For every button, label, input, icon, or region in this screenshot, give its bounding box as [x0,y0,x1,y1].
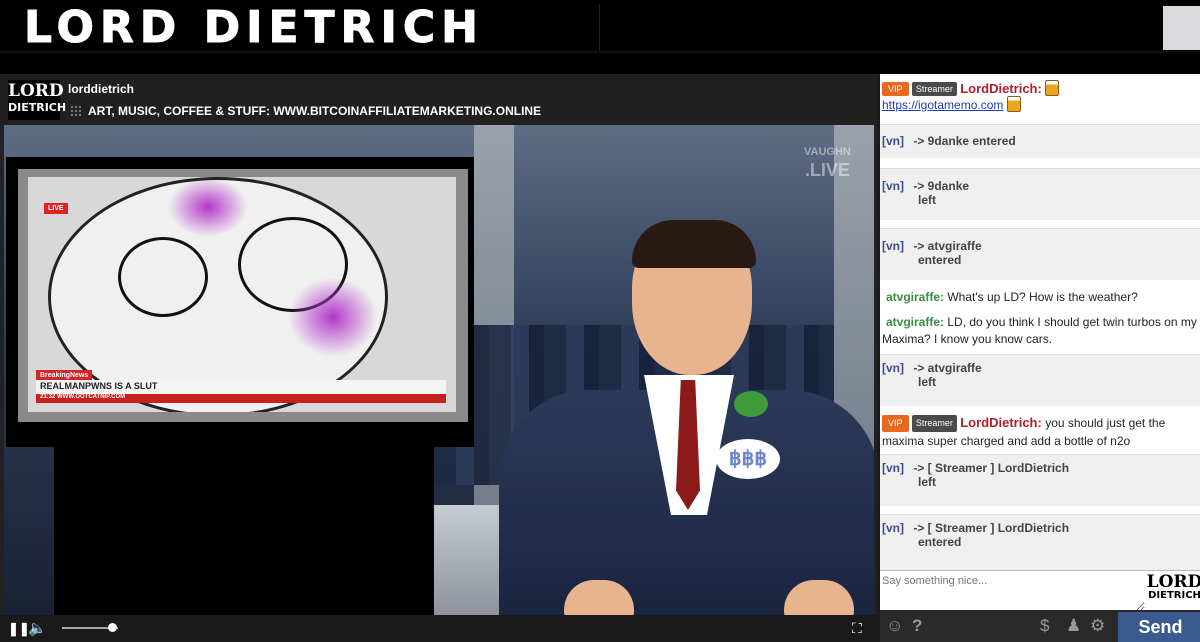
streamer-badge: Streamer [911,82,957,96]
bitcoin-badge: ฿฿฿ [716,439,780,479]
chat-nick[interactable]: atvgiraffe: [886,315,944,329]
system-text: -> atvgiraffe [913,361,982,375]
frog-pin [734,391,768,417]
volume-icon[interactable]: 🔈 [28,619,47,637]
system-text: left [918,193,936,207]
chat-system-message: [vn] -> [ Streamer ] LordDietrich entere… [880,514,1200,570]
beer-emote-icon [1006,96,1021,112]
vn-tag: [vn] [882,361,904,375]
blush-mark [168,177,248,237]
system-text: -> [ Streamer ] LordDietrich [913,521,1070,535]
video-player: LORD DIETRICH lorddietrich ART, MUSIC, C… [0,74,877,642]
monitor-screen: LIVE BreakingNews REALMANPWNS IS A SLUT … [28,177,456,412]
watermark-line1: VAUGHN [804,146,851,158]
money-icon[interactable]: $ [1040,616,1049,636]
banner-side-panel [1163,6,1200,50]
vn-tag: [vn] [882,179,904,193]
channel-logo-line1: LORD [8,81,64,101]
emoji-icon[interactable]: ☺ [886,616,903,636]
vn-tag: [vn] [882,134,904,148]
vn-tag: [vn] [882,461,904,475]
chat-channel-logo: LORD DIETRICH [1146,571,1200,611]
channel-name[interactable]: lorddietrich [68,82,134,96]
system-text: -> 9danke [913,179,970,193]
site-title[interactable]: LORD DIETRICH [24,2,484,54]
system-text: entered [918,253,962,267]
chat-system-message: [vn] -> 9danke left [880,168,1200,220]
video-frame[interactable]: LIVE BreakingNews REALMANPWNS IS A SLUT … [4,125,874,615]
chat-nick[interactable]: atvgiraffe: [886,290,944,304]
player-controls: ❚❚ 🔈 ⛶ [0,615,877,642]
chat-panel: VIP Streamer LordDietrich: https://igota… [877,74,1200,642]
system-text: left [918,375,936,389]
chat-input[interactable] [880,571,1145,611]
banner-divider [0,51,1200,53]
blush-mark [288,277,378,357]
chat-input-row: LORD DIETRICH [880,570,1200,611]
news-headline: REALMANPWNS IS A SLUT [36,380,446,394]
channel-logo[interactable]: LORD DIETRICH [8,80,67,120]
news-ticker: 21:32 WWW.GOTCATNIP.COM [36,394,446,403]
system-text: -> [ Streamer ] LordDietrich [913,461,1070,475]
fullscreen-icon[interactable]: ⛶ [852,620,862,637]
chat-message: atvgiraffe: What's up LD? How is the wea… [880,288,1200,312]
anchor-hair [632,220,756,268]
vaughn-live-watermark: VAUGHN .LIVE [804,145,851,183]
site-banner: LORD DIETRICH [0,0,1200,74]
system-text: entered [918,535,962,549]
chat-message-list[interactable]: VIP Streamer LordDietrich: https://igota… [880,74,1200,570]
send-button[interactable]: Send [1118,612,1200,642]
vip-badge: VIP [882,82,909,96]
chat-system-message: [vn] -> 9danke entered [880,124,1200,158]
chat-toolbar: ☺ ? $ ♟ ⚙ Send [880,610,1200,642]
user-icon[interactable]: ♟ [1066,616,1081,636]
chat-logo-line2: DIETRICH [1148,590,1200,601]
chat-link[interactable]: https://igotamemo.com [882,98,1003,112]
chat-message: VIP Streamer LordDietrich: you should ju… [880,412,1200,454]
chat-text: What's up LD? How is the weather? [947,290,1138,304]
channel-logo-line2: DIETRICH [8,101,67,114]
vip-badge: VIP [882,415,909,433]
chat-system-message: [vn] -> [ Streamer ] LordDietrich left [880,454,1200,506]
chat-system-message: [vn] -> atvgiraffe entered [880,228,1200,280]
streamer-badge: Streamer [911,415,957,433]
system-text: left [918,475,936,489]
channel-topic: ART, MUSIC, COFFEE & STUFF: WWW.BITCOINA… [88,104,542,118]
vn-tag: [vn] [882,239,904,253]
channel-header: LORD DIETRICH lorddietrich ART, MUSIC, C… [0,74,877,125]
chat-message: VIP Streamer LordDietrich: https://igota… [880,78,1200,122]
gear-icon[interactable]: ⚙ [1090,616,1105,636]
category-grid-icon [70,105,81,116]
beer-emote-icon [1045,80,1060,96]
monitor-stand [54,445,434,615]
system-text: -> 9danke entered [913,134,1016,148]
chat-message: atvgiraffe: LD, do you think I should ge… [880,312,1200,354]
studio-monitor: LIVE BreakingNews REALMANPWNS IS A SLUT … [6,157,474,447]
vn-tag: [vn] [882,521,904,535]
monitor-bezel: LIVE BreakingNews REALMANPWNS IS A SLUT … [18,169,468,422]
volume-slider-knob[interactable] [108,623,118,632]
help-icon[interactable]: ? [912,616,922,636]
chat-system-message: [vn] -> atvgiraffe left [880,354,1200,406]
system-text: -> atvgiraffe [913,239,982,253]
chat-logo-line1: LORD [1146,572,1200,592]
chat-nick[interactable]: LordDietrich: [960,415,1042,430]
watermark-line2: .LIVE [804,160,850,181]
chat-nick[interactable]: LordDietrich: [960,81,1042,96]
glasses-left-lens [118,237,208,317]
live-tag: LIVE [44,203,68,214]
pause-icon[interactable]: ❚❚ [8,621,30,637]
